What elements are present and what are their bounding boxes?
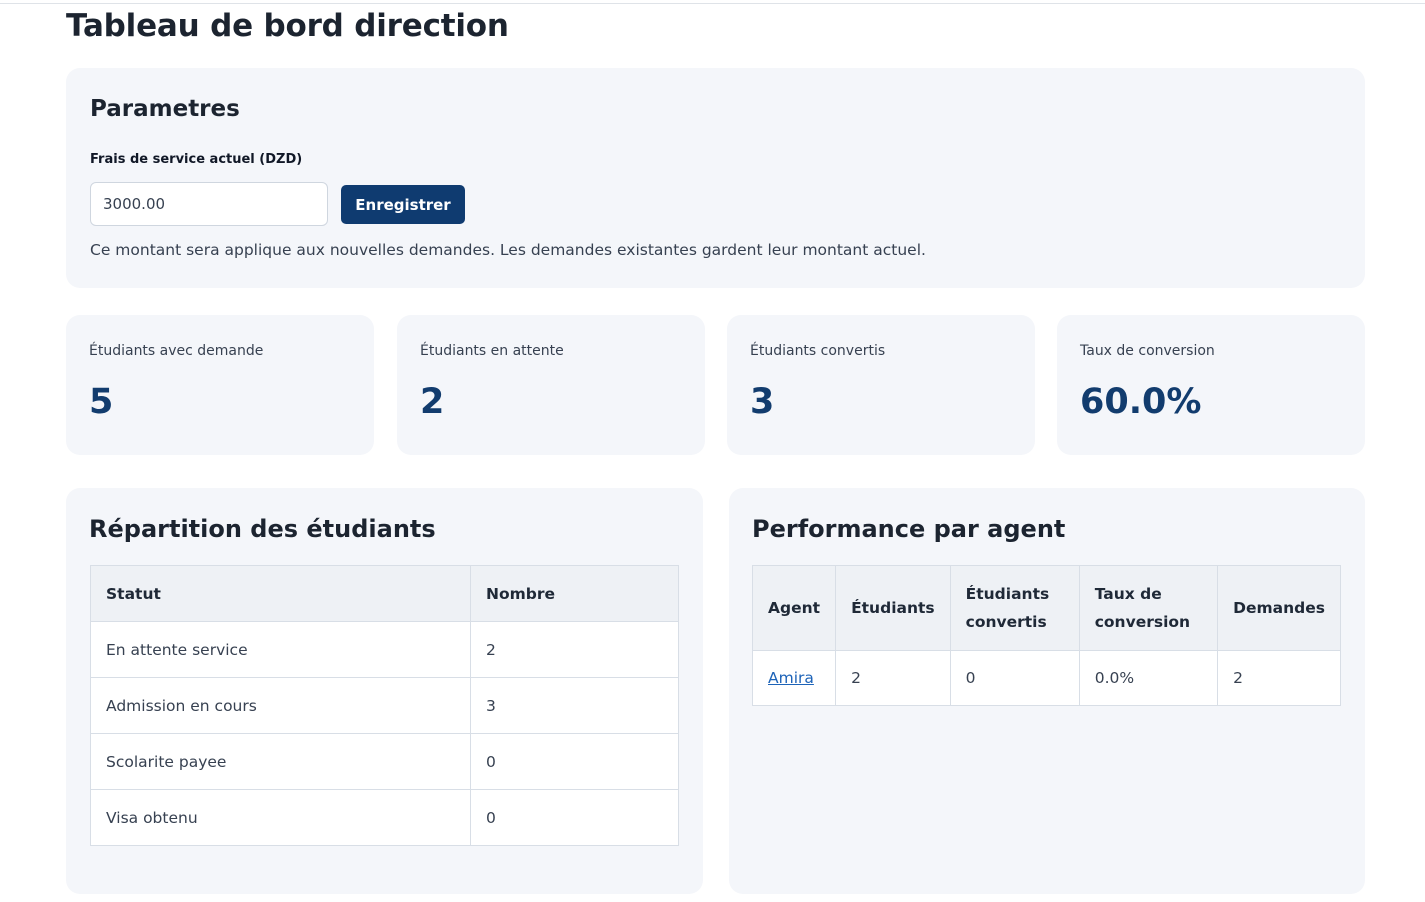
- settings-card: Parametres Frais de service actuel (DZD)…: [66, 68, 1365, 288]
- save-button[interactable]: Enregistrer: [341, 185, 465, 224]
- stat-label: Étudiants avec demande: [89, 343, 264, 359]
- requests-cell: 2: [1217, 650, 1341, 706]
- status-cell: En attente service: [90, 621, 471, 678]
- students-cell: 2: [835, 650, 951, 706]
- column-header-status: Statut: [90, 565, 471, 622]
- fee-input[interactable]: [90, 182, 328, 226]
- agent-cell: Amira: [751, 650, 837, 706]
- stat-card-pending: Étudiants en attente 2: [397, 315, 705, 455]
- fee-label: Frais de service actuel (DZD): [90, 152, 303, 167]
- stat-card-conversion-rate: Taux de conversion 60.0%: [1057, 315, 1365, 455]
- count-cell: 0: [470, 789, 679, 846]
- converted-cell: 0: [949, 650, 1080, 706]
- page-title: Tableau de bord direction: [66, 8, 509, 44]
- count-cell: 2: [470, 621, 679, 678]
- status-cell: Visa obtenu: [90, 789, 471, 846]
- column-header-agent: Agent: [751, 565, 837, 651]
- distribution-table: Statut Nombre En attente service 2 Admis…: [90, 565, 679, 846]
- stat-value: 2: [420, 382, 445, 422]
- table-row: En attente service 2: [90, 621, 679, 678]
- column-header-converted: Étudiants convertis: [949, 565, 1080, 651]
- distribution-title: Répartition des étudiants: [89, 515, 436, 543]
- column-header-students: Étudiants: [835, 565, 951, 651]
- settings-title: Parametres: [90, 96, 240, 122]
- top-divider: [0, 3, 1425, 4]
- stat-label: Taux de conversion: [1080, 343, 1215, 359]
- column-header-conversion-rate: Taux de conversion: [1078, 565, 1219, 651]
- stat-label: Étudiants convertis: [750, 343, 886, 359]
- agent-performance-title: Performance par agent: [752, 515, 1066, 543]
- conversion-rate-cell: 0.0%: [1078, 650, 1219, 706]
- fee-help-text: Ce montant sera applique aux nouvelles d…: [90, 241, 926, 259]
- table-row: Admission en cours 3: [90, 677, 679, 734]
- count-cell: 0: [470, 733, 679, 790]
- distribution-panel: Répartition des étudiants Statut Nombre …: [66, 488, 703, 894]
- table-header-row: Statut Nombre: [90, 565, 679, 622]
- table-row: Amira 2 0 0.0% 2: [751, 650, 1341, 706]
- column-header-count: Nombre: [470, 565, 679, 622]
- stat-value: 5: [89, 382, 114, 422]
- stat-value: 60.0%: [1080, 382, 1202, 422]
- agent-performance-table: Agent Étudiants Étudiants convertis Taux…: [751, 565, 1341, 706]
- count-cell: 3: [470, 677, 679, 734]
- column-header-requests: Demandes: [1217, 565, 1341, 651]
- status-cell: Admission en cours: [90, 677, 471, 734]
- stat-label: Étudiants en attente: [420, 343, 564, 359]
- agent-performance-panel: Performance par agent Agent Étudiants Ét…: [729, 488, 1365, 894]
- table-row: Scolarite payee 0: [90, 733, 679, 790]
- stat-card-converted: Étudiants convertis 3: [727, 315, 1035, 455]
- status-cell: Scolarite payee: [90, 733, 471, 790]
- stat-value: 3: [750, 382, 775, 422]
- agent-link[interactable]: Amira: [768, 669, 814, 687]
- table-header-row: Agent Étudiants Étudiants convertis Taux…: [751, 565, 1341, 651]
- table-row: Visa obtenu 0: [90, 789, 679, 846]
- stat-card-requests: Étudiants avec demande 5: [66, 315, 374, 455]
